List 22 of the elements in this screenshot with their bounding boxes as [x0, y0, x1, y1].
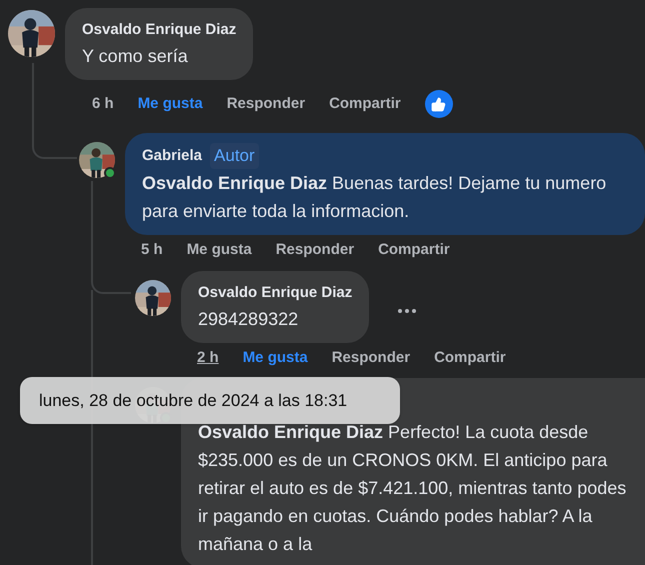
reply-link[interactable]: Responder	[332, 346, 410, 369]
author-badge: Autor	[210, 143, 259, 169]
timestamp-link[interactable]: 5 h	[141, 239, 163, 262]
like-link[interactable]: Me gusta	[138, 92, 203, 116]
timestamp-link[interactable]: 6 h	[92, 92, 114, 116]
share-link[interactable]: Compartir	[378, 239, 450, 262]
like-link[interactable]: Me gusta	[242, 346, 308, 369]
like-link[interactable]: Me gusta	[186, 239, 252, 262]
comment-text: 2984289322	[198, 308, 300, 330]
comment-text: Osvaldo Enrique Diaz Buenas tardes! Dejame tu numero para enviarte toda la informacion.	[142, 172, 608, 223]
reply-link[interactable]: Responder	[276, 239, 354, 262]
comment-text: Y como sería	[82, 45, 189, 68]
author-name[interactable]: Osvaldo Enrique Diaz	[82, 18, 236, 42]
share-link[interactable]: Compartir	[329, 92, 401, 116]
author-name[interactable]: Gabriela	[142, 144, 202, 168]
share-link[interactable]: Compartir	[434, 346, 506, 369]
reply-link[interactable]: Responder	[226, 92, 306, 116]
comment-text: Osvaldo Enrique Diaz Perfecto! La cuota desde $235.000 es de un CRONOS 0KM. El anticipo para retirar el auto es de $7.421.100, mientras tanto podes ir pagando en cuotas. Cuándo podes hablar? A la mañana o a la	[198, 421, 628, 556]
more-icon[interactable]	[397, 308, 418, 314]
timestamp-link[interactable]: 2 h	[197, 346, 219, 369]
author-name[interactable]: Osvaldo Enrique Diaz	[198, 280, 352, 304]
like-reaction-icon[interactable]	[424, 90, 453, 118]
